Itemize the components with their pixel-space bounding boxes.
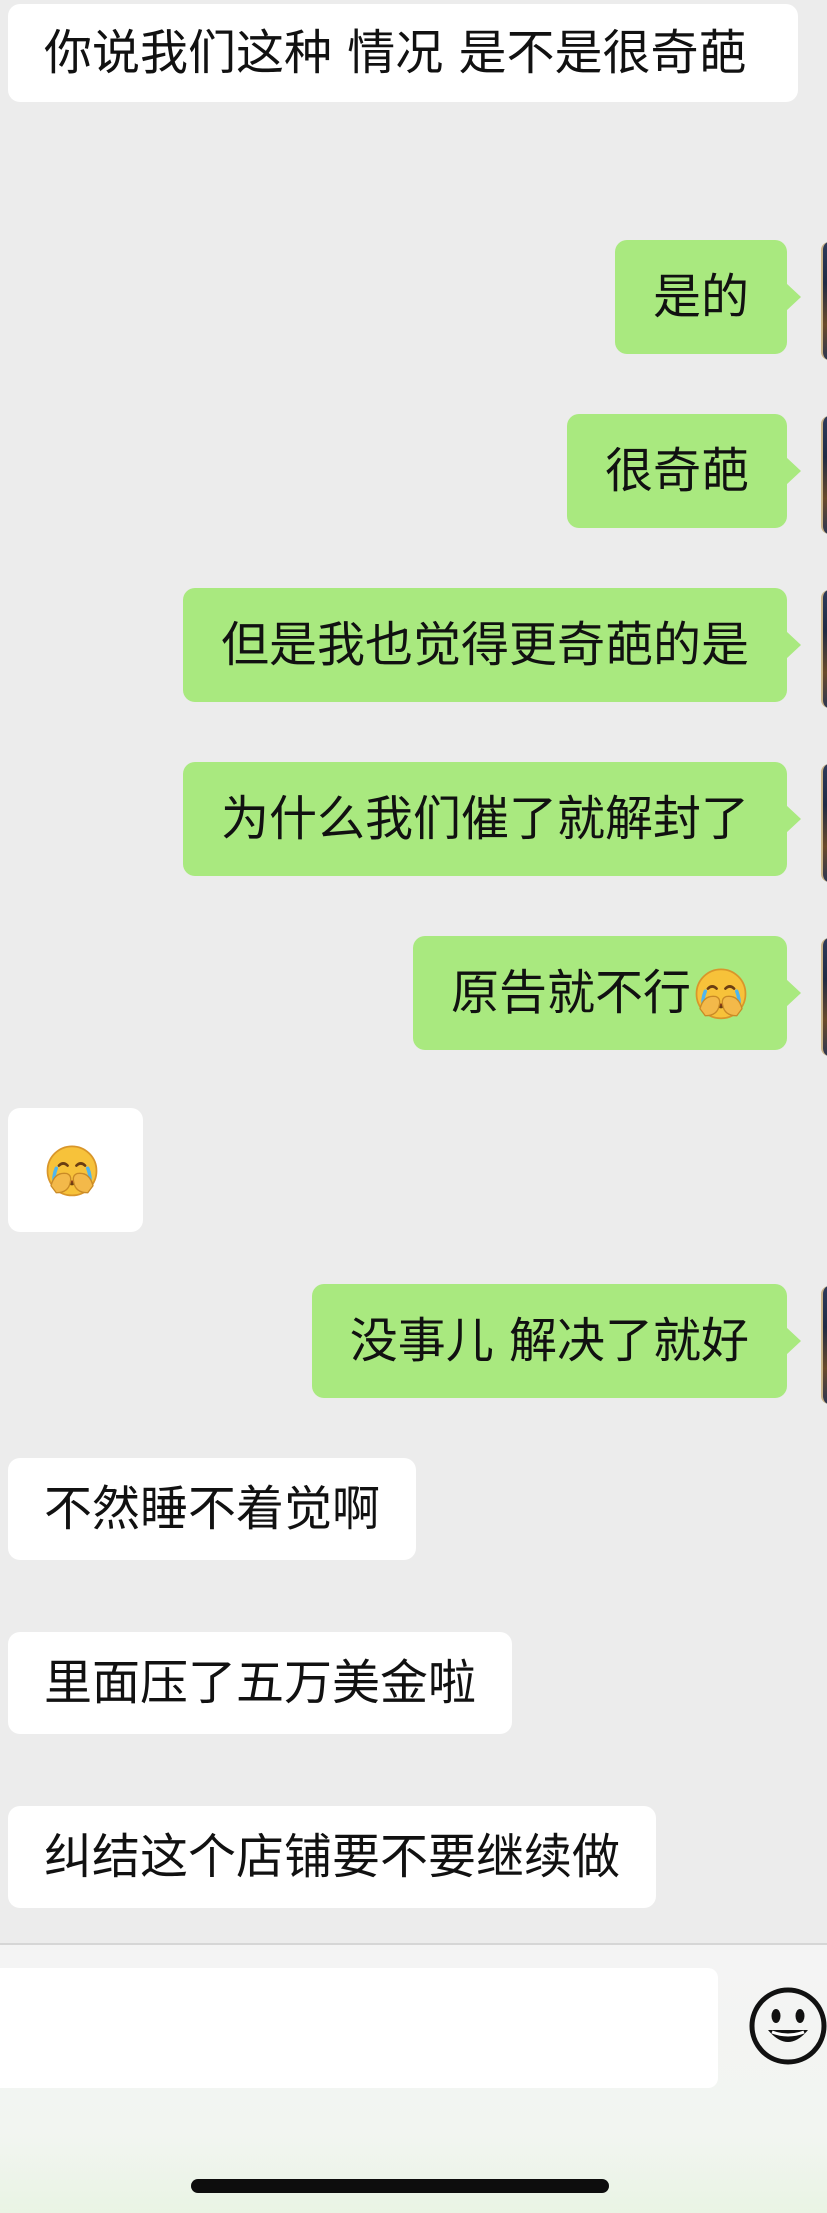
message-outgoing[interactable]: 但是我也觉得更奇葩的是: [182, 588, 802, 702]
message-outgoing[interactable]: 没事儿 解决了就好: [311, 1284, 802, 1398]
message-incoming[interactable]: 纠结这个店铺要不要继续做: [8, 1806, 657, 1908]
face-palm-crying-emoji-icon: [693, 965, 749, 1021]
message-text: 里面压了五万美金啦: [44, 1655, 477, 1711]
message-text: 纠结这个店铺要不要继续做: [44, 1829, 621, 1885]
message-text: 没事儿 解决了就好: [349, 1313, 749, 1369]
message-input[interactable]: [0, 1968, 718, 2088]
message-text: 很奇葩: [604, 443, 749, 499]
own-avatar[interactable]: [821, 764, 827, 882]
own-avatar[interactable]: [821, 590, 827, 708]
message-text: 是的: [652, 269, 749, 325]
own-avatar[interactable]: [821, 1286, 827, 1404]
message-outgoing[interactable]: 很奇葩: [566, 414, 802, 528]
smiley-face-icon[interactable]: [748, 1986, 827, 2066]
own-avatar[interactable]: [821, 242, 827, 360]
own-avatar[interactable]: [821, 938, 827, 1056]
message-incoming[interactable]: 不然睡不着觉啊: [8, 1458, 417, 1560]
own-avatar[interactable]: [821, 416, 827, 534]
message-text: 你说我们这种 情况 是不是很奇葩: [44, 25, 747, 81]
home-indicator[interactable]: [191, 2179, 609, 2193]
chat-message-list[interactable]: 你说我们这种 情况 是不是很奇葩 是的 很奇葩 但是我也觉得更奇葩的是 为什么我…: [0, 0, 827, 1943]
message-incoming[interactable]: 里面压了五万美金啦: [8, 1632, 513, 1734]
message-outgoing[interactable]: 为什么我们催了就解封了: [182, 762, 802, 876]
message-outgoing[interactable]: 原告就不行: [412, 936, 802, 1050]
message-text: 原告就不行: [450, 965, 691, 1021]
message-text: 为什么我们催了就解封了: [220, 791, 749, 847]
face-palm-crying-emoji-icon: [44, 1142, 100, 1198]
message-outgoing[interactable]: 是的: [614, 240, 802, 354]
message-text: 但是我也觉得更奇葩的是: [220, 617, 749, 673]
message-text: 不然睡不着觉啊: [44, 1481, 381, 1537]
message-incoming-emoji[interactable]: [8, 1108, 143, 1232]
message-incoming[interactable]: 你说我们这种 情况 是不是很奇葩: [8, 4, 798, 102]
